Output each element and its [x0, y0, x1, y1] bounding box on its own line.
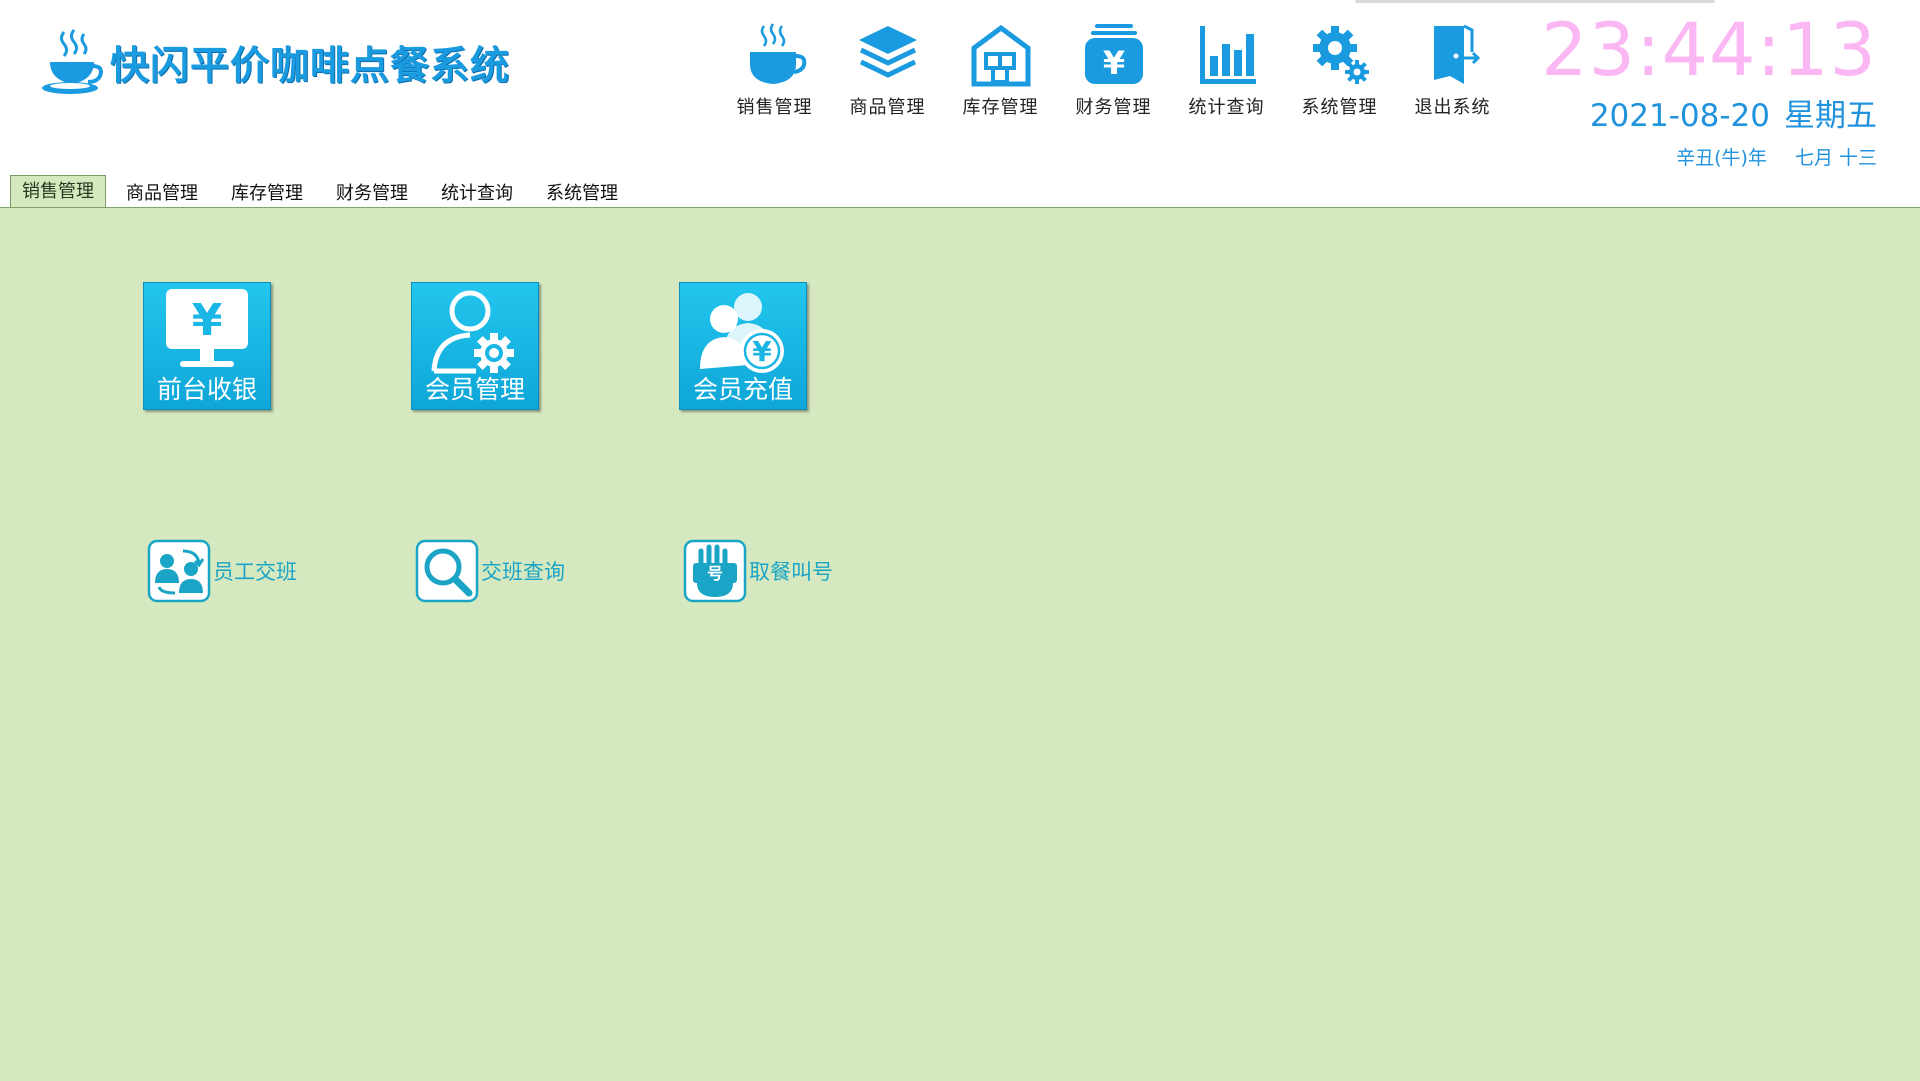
magnifier-icon	[415, 539, 479, 603]
nav-label: 库存管理	[962, 97, 1039, 118]
nav-inventory-management[interactable]: 库存管理	[944, 22, 1057, 122]
tab-statistics-query[interactable]: 统计查询	[430, 179, 524, 208]
staff-handover-icon	[147, 539, 211, 603]
cashier-tile[interactable]: ¥ 前台收银	[143, 282, 271, 410]
header-decoration	[1355, 0, 1715, 3]
weekday-text: 星期五	[1784, 98, 1877, 134]
tile-label: 会员管理	[424, 375, 525, 404]
tab-product-management[interactable]: 商品管理	[115, 179, 209, 208]
nav-sales-management[interactable]: 销售管理	[718, 22, 831, 122]
staff-handover-button[interactable]: 员工交班	[147, 538, 297, 604]
nav-exit-system[interactable]: 退出系统	[1396, 22, 1509, 122]
yuan-bag-icon: ¥	[1084, 24, 1143, 84]
number-call-icon: 号	[683, 539, 747, 603]
gear-icon	[1312, 26, 1369, 84]
lunar-year: 辛丑(牛)年	[1676, 147, 1767, 169]
exit-door-icon	[1433, 24, 1480, 84]
clock-time: 23:44:13	[1541, 8, 1877, 93]
tile-label: 会员充值	[692, 375, 793, 404]
member-recharge-icon: ¥	[700, 293, 784, 373]
small-item-label: 交班查询	[481, 560, 565, 584]
nav-label: 系统管理	[1301, 97, 1378, 118]
tile-label: 前台收银	[156, 375, 257, 404]
member-management-tile[interactable]: 会员管理	[411, 282, 539, 410]
nav-label: 退出系统	[1414, 97, 1491, 118]
cashier-monitor-icon: ¥	[166, 289, 248, 367]
app-title: 快闪平价咖啡点餐系统	[110, 44, 511, 89]
tab-inventory-management[interactable]: 库存管理	[220, 179, 314, 208]
top-nav: 销售管理 商品管理 库存管理 ¥ 财务管理 统计查询 系统管理 退出系统	[718, 22, 1509, 122]
header: 快闪平价咖啡点餐系统 销售管理 商品管理 库存管理 ¥ 财务管理 统计查询 系统…	[0, 0, 1920, 208]
date-display: 2021-08-20 星期五	[1590, 90, 1877, 135]
nav-system-management[interactable]: 系统管理	[1283, 22, 1396, 122]
svg-text:¥: ¥	[1102, 44, 1124, 82]
small-item-label: 员工交班	[213, 560, 297, 584]
member-recharge-tile[interactable]: ¥ 会员充值	[679, 282, 807, 410]
nav-label: 统计查询	[1188, 97, 1265, 118]
nav-statistics-query[interactable]: 统计查询	[1170, 22, 1283, 122]
coffee-cup-icon	[749, 23, 806, 84]
nav-finance-management[interactable]: ¥ 财务管理	[1057, 22, 1170, 122]
lunar-day: 七月 十三	[1794, 147, 1877, 169]
tab-strip: 销售管理 商品管理 库存管理 财务管理 统计查询 系统管理	[10, 175, 640, 208]
nav-label: 财务管理	[1075, 97, 1152, 118]
bar-chart-icon	[1199, 26, 1256, 84]
svg-text:¥: ¥	[752, 335, 772, 368]
app-logo: 快闪平价咖啡点餐系统	[40, 28, 510, 98]
nav-product-management[interactable]: 商品管理	[831, 22, 944, 122]
nav-label: 销售管理	[736, 97, 813, 118]
handover-query-button[interactable]: 交班查询	[415, 538, 565, 604]
tab-finance-management[interactable]: 财务管理	[325, 179, 419, 208]
date-text: 2021-08-20	[1589, 98, 1770, 134]
warehouse-icon	[971, 24, 1030, 87]
member-settings-icon	[431, 290, 514, 374]
layers-icon	[858, 26, 917, 78]
svg-text:号: 号	[707, 564, 723, 583]
tab-system-management[interactable]: 系统管理	[535, 179, 629, 208]
small-item-label: 取餐叫号	[749, 560, 833, 584]
coffee-logo-icon	[42, 29, 103, 94]
nav-label: 商品管理	[849, 97, 926, 118]
meal-number-call-button[interactable]: 号 取餐叫号	[683, 538, 833, 604]
svg-text:¥: ¥	[192, 295, 223, 346]
lunar-date: 辛丑(牛)年 七月 十三	[1676, 143, 1877, 170]
tab-content-panel: ¥ 前台收银 会员管理 ¥ 会员充值 员工交班 交班查询 号 取餐叫号	[0, 207, 1920, 1081]
tab-sales-management[interactable]: 销售管理	[10, 175, 106, 208]
